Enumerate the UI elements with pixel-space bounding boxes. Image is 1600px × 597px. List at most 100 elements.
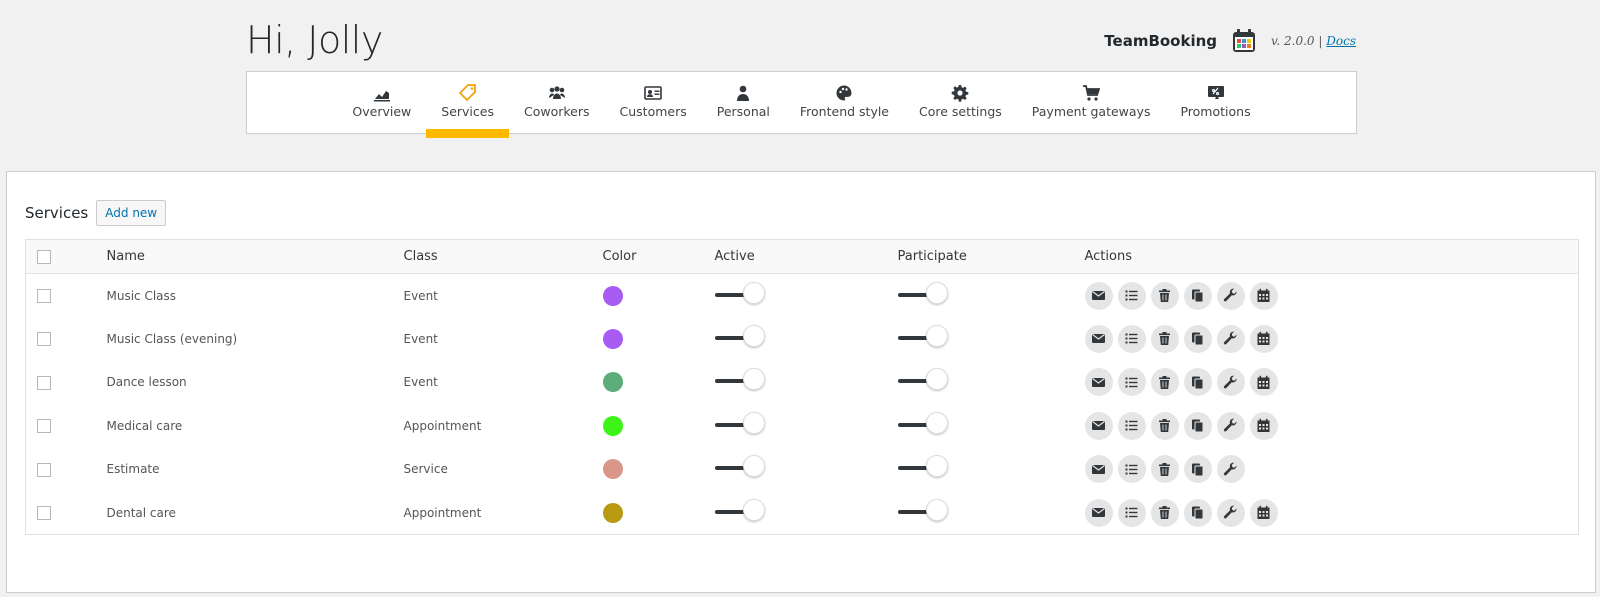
nav-label: Frontend style <box>799 104 890 119</box>
wrench-icon <box>1223 418 1237 432</box>
copy-icon <box>1192 376 1204 390</box>
clone-button[interactable] <box>1183 455 1212 484</box>
calendar-button[interactable] <box>1249 411 1278 440</box>
active-toggle[interactable] <box>714 324 769 350</box>
nav-label: Coworkers <box>523 104 590 119</box>
participate-toggle[interactable] <box>897 281 952 307</box>
cart-icon <box>1083 85 1101 101</box>
row-checkbox[interactable] <box>37 505 51 520</box>
participate-toggle[interactable] <box>897 455 952 480</box>
copy-icon <box>1192 506 1204 520</box>
header-actions: Actions <box>1084 249 1133 264</box>
participate-toggle[interactable] <box>897 368 952 393</box>
calendar-button[interactable] <box>1249 498 1278 527</box>
list-icon <box>1125 333 1138 344</box>
table-row: Dental care Appointment <box>26 491 1579 535</box>
row-checkbox[interactable] <box>37 462 51 477</box>
nav-promotions[interactable]: Promotions <box>1165 72 1265 133</box>
color-swatch <box>602 502 623 523</box>
nav-customers[interactable]: Customers <box>605 72 702 133</box>
active-toggle[interactable] <box>714 368 769 393</box>
calendar-button[interactable] <box>1249 281 1278 310</box>
participate-toggle[interactable] <box>897 411 952 437</box>
main-nav-box: Overview Services Coworkers Customers Pe… <box>246 71 1357 138</box>
row-checkbox[interactable] <box>37 288 51 303</box>
calendar-button[interactable] <box>1249 324 1278 353</box>
email-button[interactable] <box>1084 411 1113 440</box>
row-actions <box>1084 281 1579 310</box>
clone-button[interactable] <box>1183 324 1212 353</box>
calendar-button[interactable] <box>1249 368 1278 397</box>
list-button[interactable] <box>1117 498 1146 527</box>
delete-button[interactable] <box>1150 498 1179 527</box>
service-class: Appointment <box>403 418 482 433</box>
participate-toggle[interactable] <box>897 498 952 524</box>
delete-button[interactable] <box>1150 324 1179 353</box>
nav-core-settings[interactable]: Core settings <box>904 72 1017 133</box>
settings-button[interactable] <box>1216 324 1245 353</box>
delete-button[interactable] <box>1150 368 1179 397</box>
service-name: Dental care <box>106 505 176 520</box>
promo-icon <box>1207 86 1224 99</box>
row-checkbox[interactable] <box>37 419 51 433</box>
active-toggle[interactable] <box>714 455 769 480</box>
header-name[interactable]: Name <box>107 240 404 274</box>
delete-button[interactable] <box>1150 281 1179 310</box>
clone-button[interactable] <box>1183 281 1212 310</box>
docs-link[interactable]: Docs <box>1326 34 1356 48</box>
email-button[interactable] <box>1084 455 1113 484</box>
id-card-icon <box>644 86 662 100</box>
list-button[interactable] <box>1117 324 1146 353</box>
email-button[interactable] <box>1084 368 1113 397</box>
active-toggle[interactable] <box>714 498 769 524</box>
copy-icon <box>1192 332 1204 346</box>
list-button[interactable] <box>1117 411 1146 440</box>
row-checkbox[interactable] <box>37 375 51 390</box>
settings-button[interactable] <box>1216 281 1245 310</box>
table-row: Estimate Service <box>26 448 1579 492</box>
nav-frontend-style[interactable]: Frontend style <box>785 72 904 133</box>
row-checkbox[interactable] <box>37 332 51 346</box>
service-name: Dance lesson <box>106 375 187 390</box>
settings-button[interactable] <box>1216 368 1245 397</box>
version-text: v. 2.0.0 <box>1271 34 1315 48</box>
nav-coworkers[interactable]: Coworkers <box>509 72 605 133</box>
email-button[interactable] <box>1084 498 1113 527</box>
list-button[interactable] <box>1117 455 1146 484</box>
list-button[interactable] <box>1117 281 1146 310</box>
trash-icon <box>1159 332 1170 346</box>
color-swatch <box>602 459 623 480</box>
trash-icon <box>1159 506 1170 519</box>
nav-personal[interactable]: Personal <box>702 72 785 133</box>
select-all-checkbox[interactable] <box>37 249 51 264</box>
clone-button[interactable] <box>1183 411 1212 440</box>
service-name: Music Class <box>106 288 177 303</box>
settings-button[interactable] <box>1216 455 1245 484</box>
copy-icon <box>1192 419 1204 433</box>
envelope-icon <box>1092 464 1105 474</box>
list-button[interactable] <box>1117 368 1146 397</box>
settings-button[interactable] <box>1216 498 1245 527</box>
wrench-icon <box>1223 288 1237 302</box>
participate-toggle[interactable] <box>897 324 952 350</box>
active-toggle[interactable] <box>714 281 769 307</box>
email-button[interactable] <box>1084 324 1113 353</box>
services-panel: Services Add new Name Class Color Active… <box>6 171 1596 593</box>
nav-payment-gateways[interactable]: Payment gateways <box>1017 72 1166 133</box>
delete-button[interactable] <box>1150 411 1179 440</box>
table-row: Music Class Event <box>26 274 1579 318</box>
clone-button[interactable] <box>1183 498 1212 527</box>
nav-overview[interactable]: Overview <box>337 72 426 133</box>
nav-services[interactable]: Services <box>426 72 509 138</box>
service-class: Event <box>403 375 438 390</box>
settings-button[interactable] <box>1216 411 1245 440</box>
delete-button[interactable] <box>1150 455 1179 484</box>
active-toggle[interactable] <box>714 411 769 437</box>
wrench-icon <box>1223 375 1237 389</box>
person-icon <box>737 85 750 101</box>
email-button[interactable] <box>1084 281 1113 310</box>
add-new-button[interactable]: Add new <box>96 200 167 226</box>
panel-header: Services Add new <box>25 200 167 226</box>
clone-button[interactable] <box>1183 368 1212 397</box>
nav-label: Core settings <box>919 104 1002 119</box>
